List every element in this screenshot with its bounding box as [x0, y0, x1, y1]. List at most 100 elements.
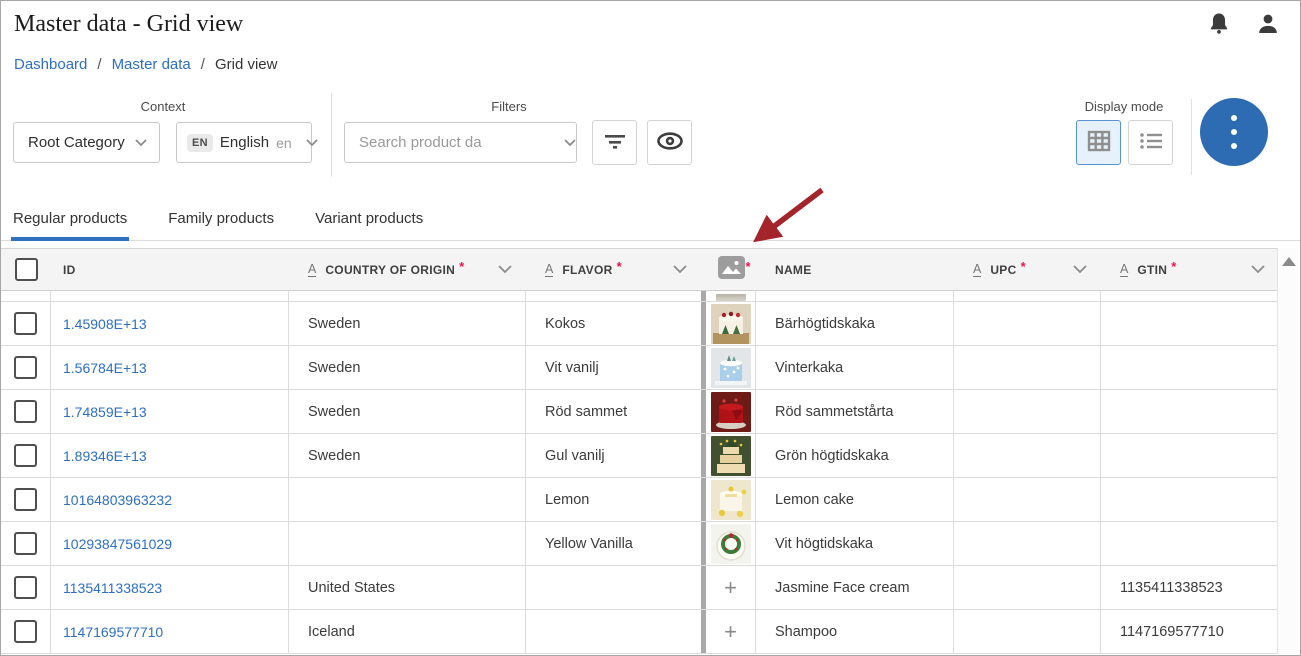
column-header-gtin[interactable]: A GTIN * — [1101, 262, 1279, 277]
cell-image[interactable] — [706, 346, 756, 389]
cell-name[interactable]: Grön högtidskaka — [756, 434, 954, 477]
notifications-bell-icon[interactable] — [1208, 12, 1230, 36]
cell-flavor[interactable]: Kokos — [526, 302, 701, 345]
search-product-dropdown[interactable] — [344, 122, 577, 163]
cell-image[interactable] — [706, 478, 756, 521]
cell-country[interactable]: Sweden — [289, 302, 526, 345]
cell-country[interactable]: Sweden — [289, 434, 526, 477]
cell-upc[interactable] — [954, 346, 1101, 389]
breadcrumb-master-data[interactable]: Master data — [112, 56, 191, 73]
cell-name[interactable]: Vinterkaka — [756, 346, 954, 389]
cell-flavor[interactable] — [526, 610, 701, 653]
cell-flavor[interactable]: Yellow Vanilla — [526, 522, 701, 565]
product-id-link[interactable]: 10164803963232 — [63, 492, 172, 508]
row-checkbox[interactable] — [14, 532, 37, 555]
cell-upc[interactable] — [954, 522, 1101, 565]
cell-upc[interactable] — [954, 390, 1101, 433]
product-id-link[interactable]: 1147169577710 — [63, 624, 163, 640]
column-menu-chevron-icon[interactable] — [1251, 265, 1279, 274]
tab-family-products[interactable]: Family products — [166, 196, 276, 240]
cell-image[interactable] — [706, 302, 756, 345]
cell-upc[interactable] — [954, 434, 1101, 477]
cell-gtin[interactable]: 1135411338523 — [1101, 566, 1279, 609]
column-menu-chevron-icon[interactable] — [498, 265, 526, 274]
cell-image[interactable]: + — [706, 566, 756, 609]
cell-image[interactable] — [706, 522, 756, 565]
cell-name[interactable]: Bärhögtidskaka — [756, 302, 954, 345]
vertical-scrollbar[interactable] — [1277, 248, 1299, 654]
column-header-country-of-origin[interactable]: A COUNTRY OF ORIGIN * — [289, 262, 526, 277]
cell-gtin[interactable] — [1101, 302, 1279, 345]
cell-upc[interactable] — [954, 302, 1101, 345]
cell-country[interactable]: Sweden — [289, 390, 526, 433]
column-menu-chevron-icon[interactable] — [1073, 265, 1101, 274]
row-checkbox[interactable] — [14, 620, 37, 643]
product-id-link[interactable]: 1.45908E+13 — [63, 316, 147, 332]
row-checkbox[interactable] — [14, 488, 37, 511]
row-checkbox[interactable] — [14, 444, 37, 467]
cell-name[interactable]: Jasmine Face cream — [756, 566, 954, 609]
add-image-button[interactable]: + — [724, 578, 737, 598]
display-mode-list-button[interactable] — [1128, 120, 1173, 165]
clipped-product-image — [716, 294, 746, 301]
product-id-link[interactable]: 1135411338523 — [63, 580, 162, 596]
tab-variant-products[interactable]: Variant products — [313, 196, 425, 240]
cell-upc[interactable] — [954, 478, 1101, 521]
visibility-eye-button[interactable] — [647, 120, 692, 165]
cell-flavor[interactable]: Vit vanilj — [526, 346, 701, 389]
cell-name[interactable]: Vit högtidskaka — [756, 522, 954, 565]
breadcrumb-dashboard[interactable]: Dashboard — [14, 56, 87, 73]
product-id-link[interactable]: 1.56784E+13 — [63, 360, 147, 376]
context-group-label: Context — [13, 99, 313, 114]
tab-regular-products[interactable]: Regular products — [11, 196, 129, 240]
cell-gtin[interactable] — [1101, 522, 1279, 565]
actions-menu-fab-button[interactable] — [1200, 98, 1268, 166]
category-context-dropdown[interactable]: Root Category — [13, 122, 160, 163]
cell-country[interactable]: Iceland — [289, 610, 526, 653]
cell-flavor[interactable]: Röd sammet — [526, 390, 701, 433]
filter-button[interactable] — [592, 120, 637, 165]
product-id-link[interactable]: 1.89346E+13 — [63, 448, 147, 464]
cell-country[interactable] — [289, 478, 526, 521]
cell-image[interactable]: + — [706, 610, 756, 653]
row-checkbox[interactable] — [14, 356, 37, 379]
column-header-name[interactable]: NAME — [775, 263, 812, 277]
cell-image[interactable] — [706, 434, 756, 477]
scroll-up-arrow-icon[interactable] — [1282, 257, 1296, 266]
column-header-image[interactable]: * — [718, 256, 745, 284]
cell-gtin[interactable] — [1101, 434, 1279, 477]
column-header-upc[interactable]: A UPC * — [954, 262, 1101, 277]
display-mode-grid-button[interactable] — [1076, 120, 1121, 165]
cell-country[interactable]: United States — [289, 566, 526, 609]
product-id-link[interactable]: 1.74859E+13 — [63, 404, 147, 420]
cell-image[interactable] — [706, 390, 756, 433]
cell-flavor[interactable]: Lemon — [526, 478, 701, 521]
cell-upc[interactable] — [954, 566, 1101, 609]
cell-upc[interactable] — [954, 610, 1101, 653]
cell-country[interactable]: Sweden — [289, 346, 526, 389]
column-menu-chevron-icon[interactable] — [673, 265, 701, 274]
user-account-icon[interactable] — [1256, 12, 1280, 36]
cell-country[interactable] — [289, 522, 526, 565]
search-product-input[interactable] — [345, 123, 564, 162]
cell-name[interactable]: Shampoo — [756, 610, 954, 653]
cell-gtin[interactable]: 1147169577710 — [1101, 610, 1279, 653]
cell-name[interactable]: Lemon cake — [756, 478, 954, 521]
row-checkbox[interactable] — [14, 576, 37, 599]
language-context-dropdown[interactable]: EN English en — [176, 122, 312, 163]
cell-name[interactable]: Röd sammetstårta — [756, 390, 954, 433]
cell-flavor[interactable] — [526, 566, 701, 609]
cell-gtin[interactable] — [1101, 390, 1279, 433]
cell-gtin[interactable] — [1101, 478, 1279, 521]
column-header-id[interactable]: ID — [63, 263, 76, 277]
row-checkbox[interactable] — [14, 400, 37, 423]
page-title: Master data - Grid view — [14, 11, 243, 38]
table-row: 1147169577710 Iceland + Shampoo 11471695… — [1, 610, 1279, 654]
column-header-flavor[interactable]: A FLAVOR * — [526, 262, 701, 277]
product-id-link[interactable]: 10293847561029 — [63, 536, 172, 552]
cell-gtin[interactable] — [1101, 346, 1279, 389]
row-checkbox[interactable] — [14, 312, 37, 335]
cell-flavor[interactable]: Gul vanilj — [526, 434, 701, 477]
select-all-checkbox[interactable] — [15, 258, 38, 281]
add-image-button[interactable]: + — [724, 622, 737, 642]
